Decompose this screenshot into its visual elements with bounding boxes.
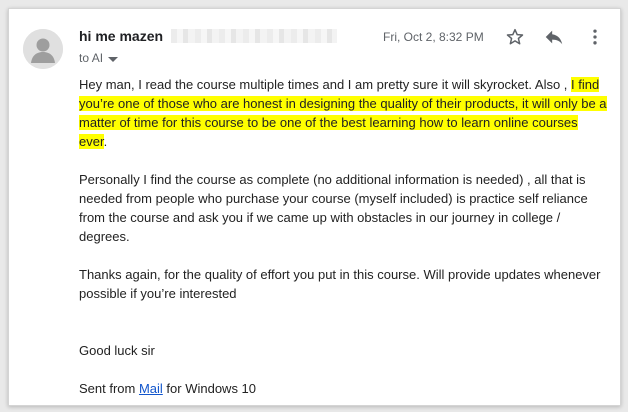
redacted-email-address: [171, 28, 338, 43]
closing-line: Good luck sir: [79, 343, 155, 358]
paragraph-1-end: .: [103, 134, 108, 149]
sender-row: hi me mazen: [79, 27, 338, 47]
signature-prefix: Sent from: [79, 381, 139, 396]
signature-suffix: for Windows 10: [162, 381, 257, 396]
more-vertical-icon: [593, 29, 597, 45]
paragraph-1: Hey man, I read the course multiple time…: [79, 75, 609, 151]
sender-name[interactable]: hi me mazen: [79, 28, 163, 44]
signature: Sent from Mail for Windows 10: [79, 379, 609, 398]
paragraph-1-text: Hey man, I read the course multiple time…: [79, 77, 572, 92]
person-avatar-icon[interactable]: [23, 29, 63, 69]
message-date: Fri, Oct 2, 8:32 PM: [383, 30, 484, 44]
email-body: Hey man, I read the course multiple time…: [79, 75, 609, 398]
star-icon: [506, 28, 524, 45]
star-button[interactable]: [501, 23, 529, 51]
reply-button[interactable]: [540, 23, 568, 51]
paragraph-3: Thanks again, for the quality of effort …: [79, 267, 601, 301]
recipient-row: to AI: [79, 51, 119, 66]
paragraph-2: Personally I find the course as complete…: [79, 172, 588, 244]
reply-icon: [545, 30, 563, 45]
recipient-name: AI: [91, 51, 104, 65]
mail-link[interactable]: Mail: [139, 381, 163, 396]
caret-down-icon[interactable]: [108, 52, 119, 66]
more-options-button[interactable]: [581, 23, 609, 51]
email-message: hi me mazen to AI Fri, Oct 2, 8:32 PM He…: [8, 8, 621, 406]
recipient-prefix: to: [79, 51, 90, 65]
